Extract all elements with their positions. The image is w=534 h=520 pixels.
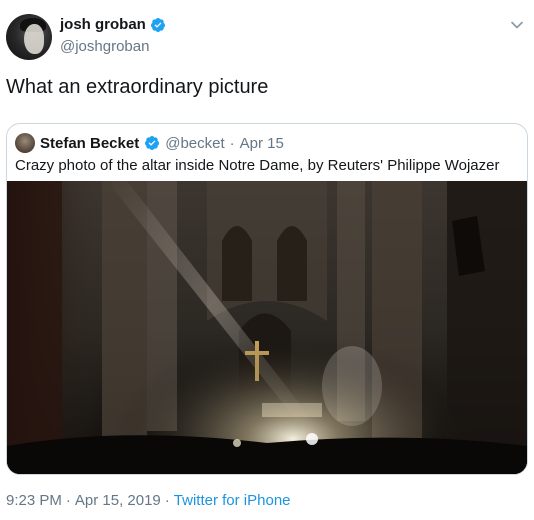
quoted-tweet-date: Apr 15 <box>239 134 284 152</box>
quoted-tweet-text: Crazy photo of the altar inside Notre Da… <box>15 157 500 174</box>
tweet-header: josh groban @joshgroban <box>6 12 528 64</box>
chevron-down-icon[interactable] <box>510 18 524 32</box>
tweet-card: josh groban @joshgroban What an extraord… <box>0 0 534 520</box>
footer-separator: · <box>65 492 71 509</box>
quoted-tweet-photo[interactable] <box>7 181 527 474</box>
author-handle[interactable]: @joshgroban <box>60 38 149 55</box>
quoted-author-avatar <box>15 133 35 153</box>
tweet-footer: 9:23 PM · Apr 15, 2019 · Twitter for iPh… <box>6 492 291 509</box>
quoted-author-handle: @becket <box>165 134 225 152</box>
tweet-text: What an extraordinary picture <box>6 76 269 98</box>
tweet-source-link[interactable]: Twitter for iPhone <box>174 492 291 509</box>
quoted-tweet[interactable]: Stefan Becket @becket · Apr 15 Crazy pho… <box>6 123 528 475</box>
cathedral-interior-image <box>7 181 527 474</box>
quoted-author-name: Stefan Becket <box>40 134 140 152</box>
quoted-tweet-header: Stefan Becket @becket · Apr 15 <box>15 133 284 153</box>
author-avatar[interactable] <box>6 14 52 60</box>
meta-separator: · <box>229 134 235 152</box>
tweet-date[interactable]: Apr 15, 2019 <box>75 492 161 509</box>
verified-badge-icon <box>144 135 160 151</box>
author-display-name[interactable]: josh groban <box>60 16 146 33</box>
verified-badge-icon <box>150 17 166 33</box>
avatar-face <box>24 24 44 54</box>
footer-separator: · <box>164 492 170 509</box>
author-name-row: josh groban <box>60 16 166 33</box>
tweet-time[interactable]: 9:23 PM <box>6 492 62 509</box>
